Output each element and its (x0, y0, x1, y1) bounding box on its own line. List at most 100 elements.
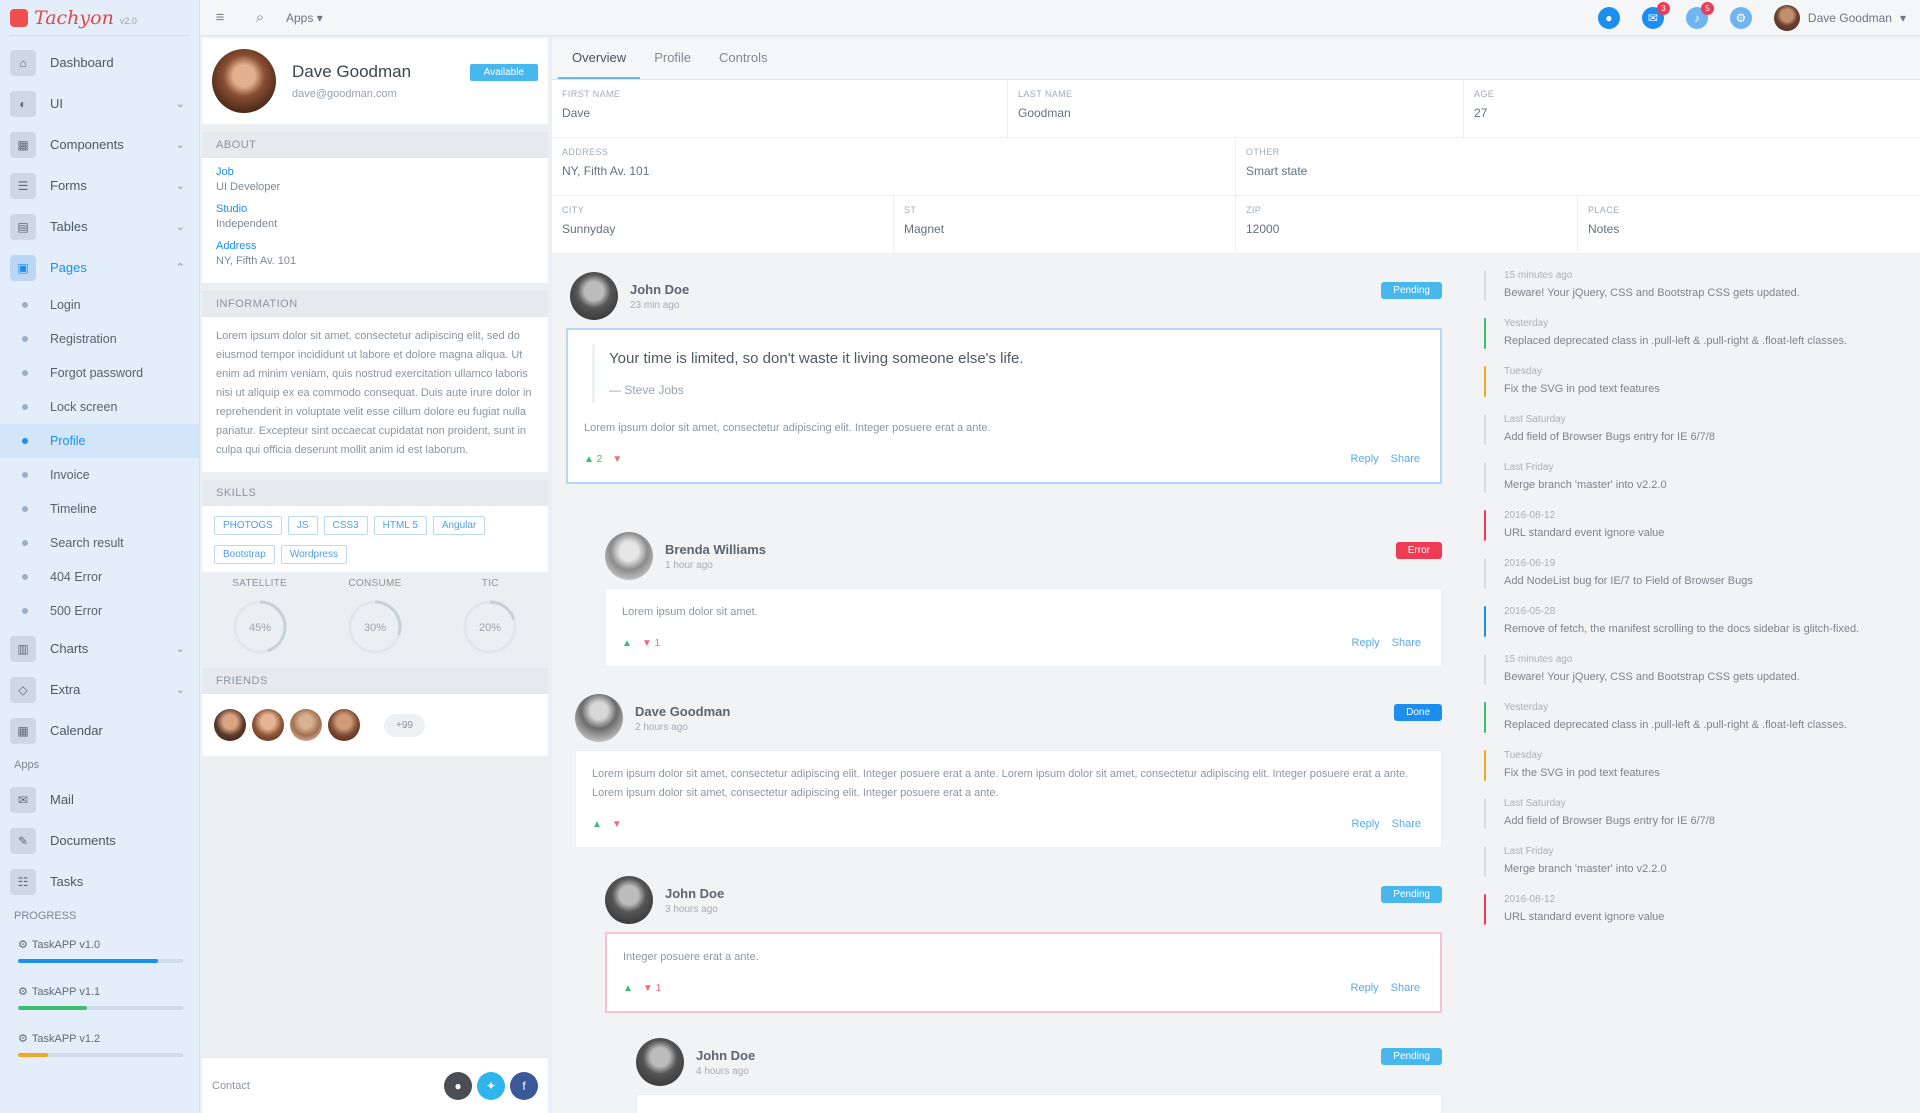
skill-tag[interactable]: JS (287, 516, 318, 535)
friend-avatar[interactable] (252, 709, 284, 741)
progress-item[interactable]: ⚙ TaskAPP v1.0 (0, 930, 199, 977)
progress-item[interactable]: ⚙ TaskAPP v1.2 (0, 1024, 199, 1071)
reply-link[interactable]: Reply (1351, 453, 1379, 465)
upvote-button[interactable]: ▲ (592, 819, 602, 830)
skill-tag[interactable]: Angular (432, 516, 486, 535)
twitter-icon[interactable]: ✦ (477, 1071, 505, 1100)
first-name-input[interactable] (562, 106, 997, 120)
share-link[interactable]: Share (1392, 818, 1421, 830)
search-icon: ⌕ (255, 9, 265, 26)
share-link[interactable]: Share (1392, 637, 1421, 649)
sidebar-item-forms[interactable]: ☰ Forms ⌄ (0, 165, 199, 206)
comment-text: Lorem ipsum dolor sit amet, consectetur … (592, 768, 1409, 799)
zip-input[interactable] (1246, 222, 1567, 236)
brand-version: v2.0 (119, 16, 137, 26)
upvote-button[interactable]: ▲ (622, 638, 632, 649)
timeline-item: Last Friday Merge branch 'master' into v2… (1476, 462, 1920, 493)
sidebar-item-ui[interactable]: ◐ UI ⌄ (0, 83, 199, 124)
address-input[interactable] (562, 164, 1225, 178)
puzzle-icon: ▦ (10, 131, 36, 158)
apps-dropdown[interactable]: Apps ▾ (286, 11, 323, 25)
friend-avatar[interactable] (214, 709, 246, 741)
brand-logo[interactable]: Tachyon v2.0 (10, 0, 189, 36)
avatar[interactable] (570, 272, 618, 320)
comment-header: John Doe 23 min ago Pending (570, 270, 1442, 322)
last-name-input[interactable] (1018, 106, 1453, 120)
gauge-label: CONSUME (348, 578, 402, 589)
tab-profile[interactable]: Profile (640, 50, 705, 79)
user-menu[interactable]: Dave Goodman ▾ (1773, 5, 1906, 31)
friend-avatar[interactable] (328, 709, 360, 741)
chat-icon[interactable]: ✉ 3 (1641, 2, 1670, 29)
bell-icon[interactable]: ♪ 5 (1685, 2, 1714, 29)
sidebar-subitem-login[interactable]: Login (0, 288, 199, 322)
downvote-button[interactable]: ▼ (612, 454, 622, 465)
sidebar-item-charts[interactable]: ▥ Charts ⌄ (0, 628, 199, 669)
timeline-text: Remove of fetch, the manifest scrolling … (1504, 623, 1860, 635)
sidebar-item-tables[interactable]: ▤ Tables ⌄ (0, 206, 199, 247)
skill-tag[interactable]: Wordpress (280, 545, 347, 564)
sidebar-subitem-registration[interactable]: Registration (0, 322, 199, 356)
facebook-icon[interactable]: f (510, 1071, 538, 1100)
friend-avatar[interactable] (290, 709, 322, 741)
sidebar-item-mail[interactable]: ✉ Mail (0, 779, 199, 820)
skill-tag[interactable]: Bootstrap (214, 545, 275, 564)
github-icon[interactable]: ● (444, 1071, 472, 1100)
calendar-icon: ▦ (10, 717, 36, 744)
age-input[interactable] (1474, 106, 1910, 120)
skill-tag[interactable]: PHOTOGS (214, 516, 282, 535)
downvote-button[interactable]: ▼ 1 (642, 638, 660, 649)
sidebar-item-documents[interactable]: ✎ Documents (0, 820, 199, 861)
sidebar-item-extra[interactable]: ◇ Extra ⌄ (0, 669, 199, 710)
sidebar-subitem-404[interactable]: 404 Error (0, 560, 199, 594)
skill-tag[interactable]: CSS3 (323, 516, 368, 535)
timeline-time: Last Saturday (1504, 798, 1566, 809)
skill-tag[interactable]: HTML 5 (373, 516, 427, 535)
upvote-button[interactable]: ▲ 2 (584, 454, 602, 465)
menu-toggle-button[interactable]: ≡ (200, 0, 240, 36)
sidebar-subitem-500[interactable]: 500 Error (0, 594, 199, 628)
reply-link[interactable]: Reply (1352, 818, 1380, 830)
downvote-button[interactable]: ▼ 1 (643, 983, 661, 994)
gauge-value: 20% (479, 622, 501, 634)
profile-email: dave@goodman.com (292, 88, 397, 100)
quote-text: Your time is limited, so don't waste it … (609, 350, 1024, 367)
sidebar-item-dashboard[interactable]: ⌂ Dashboard (0, 42, 199, 83)
sidebar-subitem-search-result[interactable]: Search result (0, 526, 199, 560)
search-button[interactable]: ⌕ (240, 0, 280, 36)
sidebar-item-tasks[interactable]: ☷ Tasks (0, 861, 199, 902)
more-friends-badge[interactable]: +99 (384, 713, 425, 737)
comment: John Doe 23 min ago Pending Your time is… (566, 270, 1442, 484)
avatar[interactable] (636, 1038, 684, 1086)
state-input[interactable] (904, 222, 1225, 236)
tab-controls[interactable]: Controls (705, 50, 781, 79)
upvote-button[interactable]: ▲ (623, 983, 633, 994)
share-link[interactable]: Share (1391, 982, 1420, 994)
sidebar-subitem-timeline[interactable]: Timeline (0, 492, 199, 526)
status-icon[interactable]: ● (1597, 7, 1620, 29)
gear-icon[interactable]: ⚙ (1729, 7, 1752, 29)
reply-link[interactable]: Reply (1352, 637, 1380, 649)
sidebar-item-components[interactable]: ▦ Components ⌄ (0, 124, 199, 165)
sidebar-subitem-profile[interactable]: Profile (0, 424, 199, 458)
comment-meta: Brenda Williams 1 hour ago (665, 542, 766, 571)
sidebar-subitem-lock-screen[interactable]: Lock screen (0, 390, 199, 424)
sidebar-item-calendar[interactable]: ▦ Calendar (0, 710, 199, 751)
avatar[interactable] (605, 876, 653, 924)
avatar[interactable] (605, 532, 653, 580)
profile-avatar[interactable] (212, 49, 276, 113)
sidebar-subitem-invoice[interactable]: Invoice (0, 458, 199, 492)
share-link[interactable]: Share (1391, 453, 1420, 465)
reply-link[interactable]: Reply (1351, 982, 1379, 994)
place-input[interactable] (1588, 222, 1910, 236)
progress-item[interactable]: ⚙ TaskAPP v1.1 (0, 977, 199, 1024)
sidebar-subitem-forgot-password[interactable]: Forgot password (0, 356, 199, 390)
tab-overview[interactable]: Overview (558, 50, 641, 79)
other-input[interactable] (1246, 164, 1910, 178)
timeline-text: Add NodeList bug for IE/7 to Field of Br… (1504, 575, 1753, 587)
downvote-button[interactable]: ▼ (612, 819, 622, 830)
avatar[interactable] (575, 694, 623, 742)
city-input[interactable] (562, 222, 883, 236)
sidebar-item-pages[interactable]: ▣ Pages ⌃ (0, 247, 199, 288)
chevron-down-icon: ⌄ (175, 221, 185, 233)
